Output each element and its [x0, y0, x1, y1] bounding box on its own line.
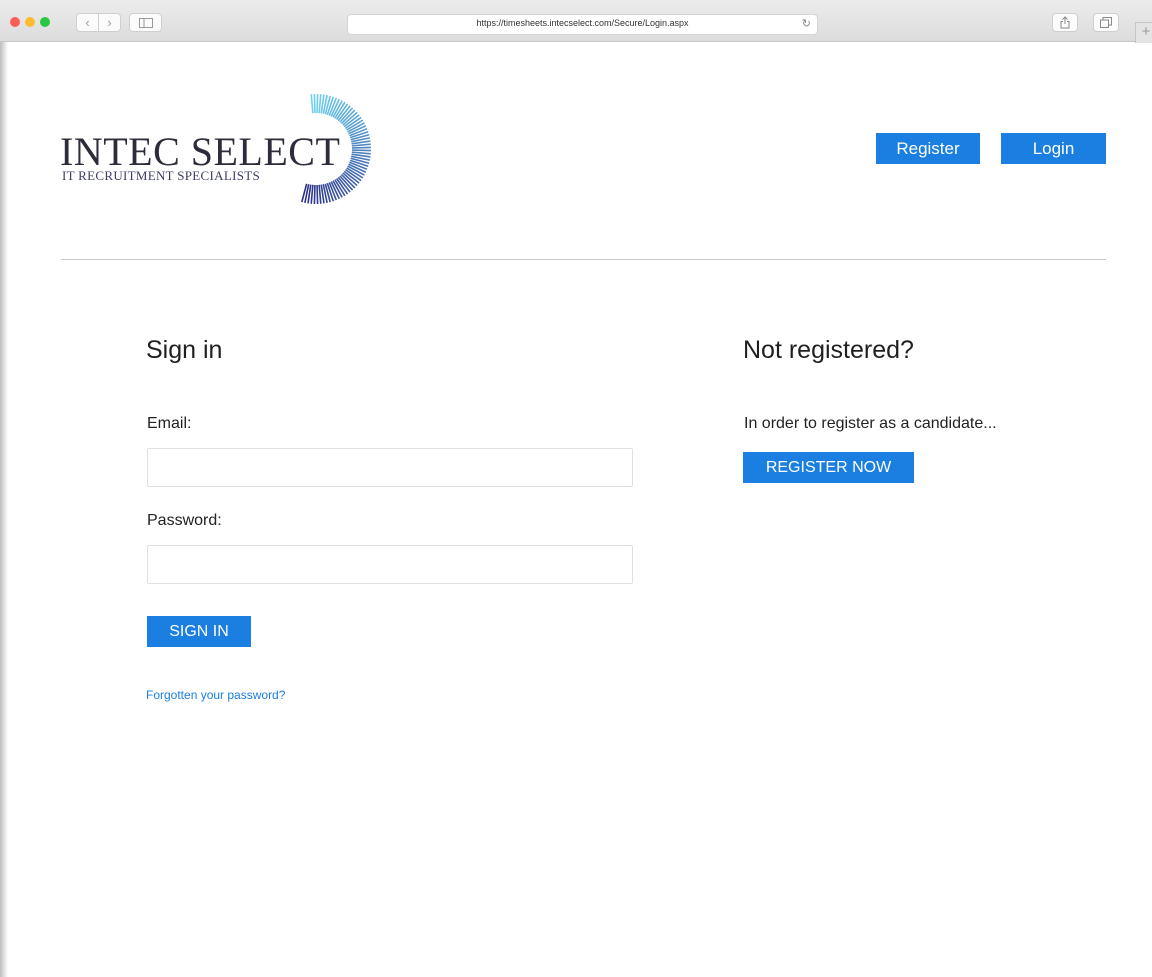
forgot-password-link[interactable]: Forgotten your password? [146, 688, 285, 702]
address-bar[interactable]: https://timesheets.intecselect.com/Secur… [347, 14, 818, 35]
new-tab-icon[interactable]: + [1135, 22, 1152, 43]
not-registered-title: Not registered? [743, 336, 914, 364]
logo-tagline: IT RECRUITMENT SPECIALISTS [62, 168, 261, 183]
window-edge [0, 42, 8, 977]
sidebar-icon [138, 17, 153, 28]
register-description: In order to register as a candidate... [744, 415, 997, 432]
chevron-left-icon: ‹ [85, 15, 90, 30]
company-logo[interactable]: INTEC SELECT IT RECRUITMENT SPECIALISTS [60, 92, 380, 207]
maximize-window-icon[interactable] [40, 17, 50, 27]
header-divider [61, 259, 1106, 260]
chevron-right-icon: › [107, 15, 112, 30]
share-icon [1060, 16, 1070, 29]
show-tabs-button[interactable] [1093, 13, 1119, 32]
logo-arc-icon [300, 94, 371, 204]
signin-title: Sign in [146, 336, 223, 364]
minimize-window-icon[interactable] [25, 17, 35, 27]
password-field[interactable] [147, 545, 633, 584]
forward-button[interactable]: › [98, 13, 121, 32]
register-now-button[interactable]: REGISTER NOW [743, 452, 914, 483]
email-label: Email: [147, 415, 192, 432]
back-button[interactable]: ‹ [76, 13, 99, 32]
email-field[interactable] [147, 448, 633, 487]
sidebar-toggle-button[interactable] [129, 13, 162, 32]
close-window-icon[interactable] [10, 17, 20, 27]
reload-icon[interactable]: ↻ [802, 17, 811, 30]
browser-toolbar: ‹ › https://timesheets.intecselect.com/S… [0, 0, 1152, 43]
login-button[interactable]: Login [1001, 133, 1106, 164]
tabs-icon [1100, 17, 1112, 28]
url-text: https://timesheets.intecselect.com/Secur… [476, 18, 689, 28]
sign-in-button[interactable]: SIGN IN [147, 616, 251, 647]
register-button[interactable]: Register [876, 133, 980, 164]
share-button[interactable] [1052, 13, 1078, 32]
password-label: Password: [147, 512, 222, 529]
